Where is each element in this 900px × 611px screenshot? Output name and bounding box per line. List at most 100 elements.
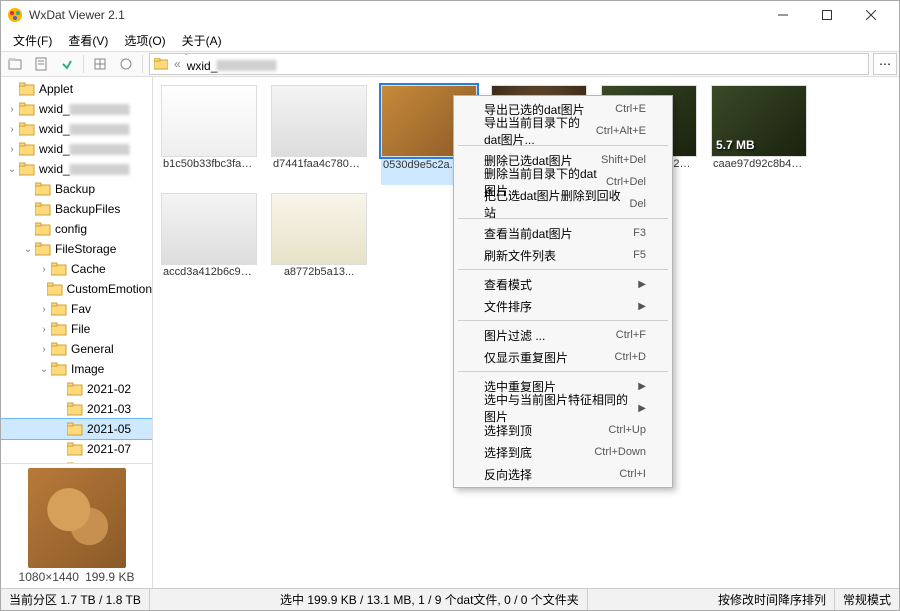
tool-btn-4[interactable]: [88, 53, 112, 75]
expand-icon[interactable]: ›: [37, 324, 51, 335]
menu-item-label: 仅显示重复图片: [484, 349, 568, 366]
tree-item-fav[interactable]: › Fav: [1, 299, 152, 319]
menu-item-label: 选择到顶: [484, 422, 532, 439]
tool-btn-2[interactable]: [29, 53, 53, 75]
tree-item-applet[interactable]: Applet: [1, 79, 152, 99]
tree-item-wxid-[interactable]: ›wxid_: [1, 139, 152, 159]
tree-item-image[interactable]: ⌄Image: [1, 359, 152, 379]
sidebar: Applet›wxid_›wxid_›wxid_⌄wxid_BackupBack…: [1, 77, 153, 588]
thumbnail[interactable]: b1c50b33fbc3fae582...: [161, 85, 257, 185]
tree-item-label: Fav: [71, 302, 91, 316]
close-button[interactable]: [849, 1, 893, 29]
expand-icon[interactable]: ›: [37, 344, 51, 355]
thumbnail-image: 5.7 MB: [711, 85, 807, 157]
folder-tree[interactable]: Applet›wxid_›wxid_›wxid_⌄wxid_BackupBack…: [1, 77, 152, 463]
menu-shortcut: Ctrl+F: [616, 329, 646, 341]
tree-item-label: wxid_: [39, 162, 130, 176]
thumbnail[interactable]: accd3a412b6c937a8...: [161, 193, 257, 279]
menu-item[interactable]: 查看当前dat图片F3: [456, 222, 670, 244]
maximize-button[interactable]: [805, 1, 849, 29]
menu-file[interactable]: 文件(F): [5, 30, 60, 51]
expand-icon[interactable]: ⌄: [37, 364, 51, 375]
submenu-arrow-icon: ▶: [638, 279, 646, 290]
tree-item-wxid-[interactable]: ›wxid_: [1, 119, 152, 139]
menu-about[interactable]: 关于(A): [174, 30, 230, 51]
expand-icon[interactable]: ›: [37, 304, 51, 315]
folder-icon: [51, 302, 67, 316]
menu-item[interactable]: 导出当前目录下的dat图片...Ctrl+Alt+E: [456, 120, 670, 142]
chevron-right-icon: ›: [183, 73, 191, 76]
menu-view[interactable]: 查看(V): [60, 30, 116, 51]
expand-icon[interactable]: ›: [37, 264, 51, 275]
menu-item[interactable]: 选择到底Ctrl+Down: [456, 441, 670, 463]
tree-item-filestorage[interactable]: ⌄FileStorage: [1, 239, 152, 259]
tool-btn-5[interactable]: [114, 53, 138, 75]
menu-item-label: 刷新文件列表: [484, 247, 556, 264]
tree-item-cache[interactable]: ›Cache: [1, 259, 152, 279]
folder-icon: [67, 382, 83, 396]
content-pane[interactable]: b1c50b33fbc3fae582...d7441faa4c780ad30..…: [153, 77, 899, 588]
folder-icon: [19, 162, 35, 176]
menu-item[interactable]: 文件排序▶: [456, 295, 670, 317]
minimize-button[interactable]: [761, 1, 805, 29]
tree-item-label: 2021-07: [87, 442, 131, 456]
expand-icon[interactable]: ›: [5, 144, 19, 155]
menu-item[interactable]: 查看模式▶: [456, 273, 670, 295]
expand-icon[interactable]: ›: [5, 104, 19, 115]
submenu-arrow-icon: ▶: [638, 301, 646, 312]
crumb-prefix: «: [172, 57, 183, 71]
tree-item-label: 2021-05: [87, 422, 131, 436]
context-menu: 导出已选的dat图片Ctrl+E导出当前目录下的dat图片...Ctrl+Alt…: [453, 95, 673, 488]
menu-shortcut: Del: [629, 198, 646, 210]
tree-item-backup[interactable]: Backup: [1, 179, 152, 199]
thumbnail[interactable]: d7441faa4c780ad30...: [271, 85, 367, 185]
tree-item-label: General: [71, 342, 114, 356]
crumb-wxid-[interactable]: wxid_: [183, 59, 282, 73]
preview-size: 199.9 KB: [85, 570, 134, 584]
status-partition: 当前分区 1.7 TB / 1.8 TB: [1, 589, 150, 610]
folder-icon: [51, 262, 67, 276]
status-bar: 当前分区 1.7 TB / 1.8 TB 选中 199.9 KB / 13.1 …: [1, 588, 899, 610]
tree-item-general[interactable]: › General: [1, 339, 152, 359]
breadcrumb[interactable]: « DATA2 (E:)›微信垃圾›WeChat Files›wxid_›Fil…: [149, 53, 869, 75]
menu-shortcut: Ctrl+Alt+E: [596, 125, 646, 137]
tree-item-2021-02[interactable]: 2021-02: [1, 379, 152, 399]
tree-item-wxid-[interactable]: ⌄ wxid_: [1, 159, 152, 179]
tree-item-wxid-[interactable]: ›wxid_: [1, 99, 152, 119]
menu-item[interactable]: 反向选择Ctrl+I: [456, 463, 670, 485]
menu-item[interactable]: 图片过滤 ...Ctrl+F: [456, 324, 670, 346]
tree-item-label: 2021-03: [87, 402, 131, 416]
expand-icon[interactable]: ⌄: [21, 244, 35, 255]
expand-icon[interactable]: ⌄: [5, 164, 19, 175]
status-selection: 选中 199.9 KB / 13.1 MB, 1 / 9 个dat文件, 0 /…: [272, 589, 588, 610]
menu-item[interactable]: 仅显示重复图片Ctrl+D: [456, 346, 670, 368]
menu-item[interactable]: 选中与当前图片特征相同的图片▶: [456, 397, 670, 419]
tree-item-label: CustomEmotion: [67, 282, 152, 296]
tree-item-customemotion[interactable]: CustomEmotion: [1, 279, 152, 299]
menu-item[interactable]: 把已选dat图片删除到回收站Del: [456, 193, 670, 215]
tree-item-2021-07[interactable]: 2021-07: [1, 439, 152, 459]
tool-btn-3[interactable]: [55, 53, 79, 75]
tree-item-2021-05[interactable]: 2021-05: [1, 419, 152, 439]
tree-item-file[interactable]: › File: [1, 319, 152, 339]
tree-item-config[interactable]: config: [1, 219, 152, 239]
expand-icon[interactable]: ›: [5, 124, 19, 135]
thumbnail-image: [271, 85, 367, 157]
folder-icon: [51, 322, 67, 336]
thumbnail-label: caae97d92c8b4c728...: [711, 157, 807, 171]
preview-resolution: 1080×1440: [19, 570, 79, 584]
thumbnail[interactable]: a8772b5a13...: [271, 193, 367, 279]
tool-btn-1[interactable]: [3, 53, 27, 75]
menu-item-label: 查看当前dat图片: [484, 225, 573, 242]
app-icon: [7, 7, 23, 23]
size-badge: 5.7 MB: [716, 138, 755, 152]
tree-item-backupfiles[interactable]: BackupFiles: [1, 199, 152, 219]
menu-item[interactable]: 刷新文件列表F5: [456, 244, 670, 266]
breadcrumb-more-button[interactable]: ⋯: [873, 53, 897, 75]
tree-item-label: File: [71, 322, 90, 336]
tree-item-2021-03[interactable]: 2021-03: [1, 399, 152, 419]
folder-icon: [35, 202, 51, 216]
menu-item[interactable]: 选择到顶Ctrl+Up: [456, 419, 670, 441]
thumbnail[interactable]: 5.7 MB caae97d92c8b4c728...: [711, 85, 807, 185]
menu-option[interactable]: 选项(O): [116, 30, 173, 51]
